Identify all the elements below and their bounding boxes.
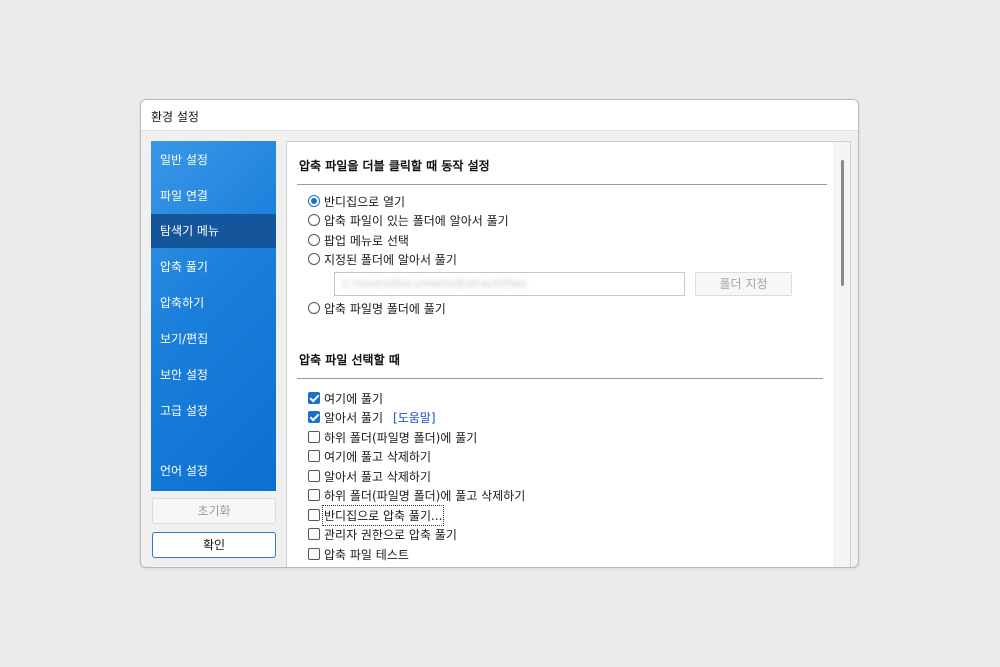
vertical-scrollbar[interactable] [833,142,850,567]
radio-button[interactable] [308,302,320,314]
option-label: 팝업 메뉴로 선택 [324,233,409,248]
radio-open-with-bandizip[interactable]: 반디집으로 열기 [308,193,405,209]
option-label: 하위 폴더(파일명 폴더)에 풀기 [324,430,478,445]
sidebar-item-view-edit[interactable]: 보기/편집 [151,322,276,356]
checkbox[interactable] [308,528,320,540]
checkbox[interactable] [308,450,320,462]
option-label: 알아서 풀기 [324,410,384,425]
option-label: 반디집으로 압축 풀기... [321,504,445,526]
check-extract-here-delete[interactable]: 여기에 풀고 삭제하기 [308,448,431,464]
sidebar-item-general[interactable]: 일반 설정 [151,143,276,177]
check-extract-here[interactable]: 여기에 풀기 [308,390,383,406]
checkbox[interactable] [308,509,320,521]
section-divider [297,184,827,185]
check-extract-subfolder-delete[interactable]: 하위 폴더(파일명 폴더)에 풀고 삭제하기 [308,487,525,503]
sidebar-item-compress[interactable]: 압축하기 [151,286,276,320]
radio-button[interactable] [308,214,320,226]
sidebar-item-security[interactable]: 보안 설정 [151,358,276,392]
option-label: 반디집으로 열기 [324,194,406,209]
checkbox[interactable] [308,548,320,560]
radio-button[interactable] [308,195,320,207]
check-extract-as-admin[interactable]: 관리자 권한으로 압축 풀기 [308,526,457,542]
sidebar-item-explorer-menu[interactable]: 탐색기 메뉴 [151,214,276,248]
section-divider [297,378,823,379]
reset-button[interactable]: 초기화 [152,498,276,524]
option-label: 압축 파일명 폴더에 풀기 [324,301,446,316]
check-extract-with-bandizip[interactable]: 반디집으로 압축 풀기... [308,504,445,526]
checkbox[interactable] [308,411,320,423]
checkbox[interactable] [308,431,320,443]
window-title: 환경 설정 [151,110,199,124]
option-label: 하위 폴더(파일명 폴더)에 풀고 삭제하기 [324,488,526,503]
radio-button[interactable] [308,234,320,246]
checkbox[interactable] [308,470,320,482]
option-label: 지정된 폴더에 알아서 풀기 [324,252,457,267]
option-label: 여기에 풀기 [324,391,384,406]
choose-folder-button[interactable]: 폴더 지정 [695,272,792,296]
check-test-archive[interactable]: 압축 파일 테스트 [308,546,409,562]
ok-button[interactable]: 확인 [152,532,276,558]
option-label: 관리자 권한으로 압축 풀기 [324,527,457,542]
sidebar-item-language[interactable]: 언어 설정 [151,454,276,488]
settings-panel: 압축 파일을 더블 클릭할 때 동작 설정 반디집으로 열기 압축 파일이 있는… [286,141,851,567]
check-smart-extract[interactable]: 알아서 풀기 [도움말] [308,409,436,425]
scrollbar-thumb[interactable] [841,160,844,286]
radio-extract-to-folder[interactable]: 지정된 폴더에 알아서 풀기 [308,251,457,267]
title-bar[interactable]: 환경 설정 [141,100,858,131]
sidebar: 일반 설정 파일 연결 탐색기 메뉴 압축 풀기 압축하기 보기/편집 보안 설… [151,141,276,491]
radio-smart-extract-here[interactable]: 압축 파일이 있는 폴더에 알아서 풀기 [308,212,509,228]
settings-window: 환경 설정 일반 설정 파일 연결 탐색기 메뉴 압축 풀기 압축하기 보기/편… [140,99,859,568]
double-click-section-title: 압축 파일을 더블 클릭할 때 동작 설정 [299,159,490,173]
option-label: 압축 파일이 있는 폴더에 알아서 풀기 [324,213,509,228]
check-extract-to-subfolder[interactable]: 하위 폴더(파일명 폴더)에 풀기 [308,429,477,445]
radio-popup-menu[interactable]: 팝업 메뉴로 선택 [308,232,409,248]
option-label: 알아서 풀고 삭제하기 [324,469,431,484]
help-link[interactable]: [도움말] [393,409,435,426]
checkbox[interactable] [308,392,320,404]
sidebar-item-advanced[interactable]: 고급 설정 [151,394,276,428]
option-label: 여기에 풀고 삭제하기 [324,449,431,464]
sidebar-item-file-association[interactable]: 파일 연결 [151,179,276,213]
radio-button[interactable] [308,253,320,265]
select-section-title: 압축 파일 선택할 때 [299,353,400,367]
option-label: 압축 파일 테스트 [324,547,409,562]
check-smart-extract-delete[interactable]: 알아서 풀고 삭제하기 [308,468,431,484]
panel-content: 압축 파일을 더블 클릭할 때 동작 설정 반디집으로 열기 압축 파일이 있는… [287,142,833,567]
radio-extract-to-archive-name-folder[interactable]: 압축 파일명 폴더에 풀기 [308,300,446,316]
folder-path-field[interactable]: C:\Users\Documents\Extract\Files [334,272,685,296]
folder-path-value: C:\Users\Documents\Extract\Files [343,277,527,290]
checkbox[interactable] [308,489,320,501]
sidebar-item-extract[interactable]: 압축 풀기 [151,250,276,284]
